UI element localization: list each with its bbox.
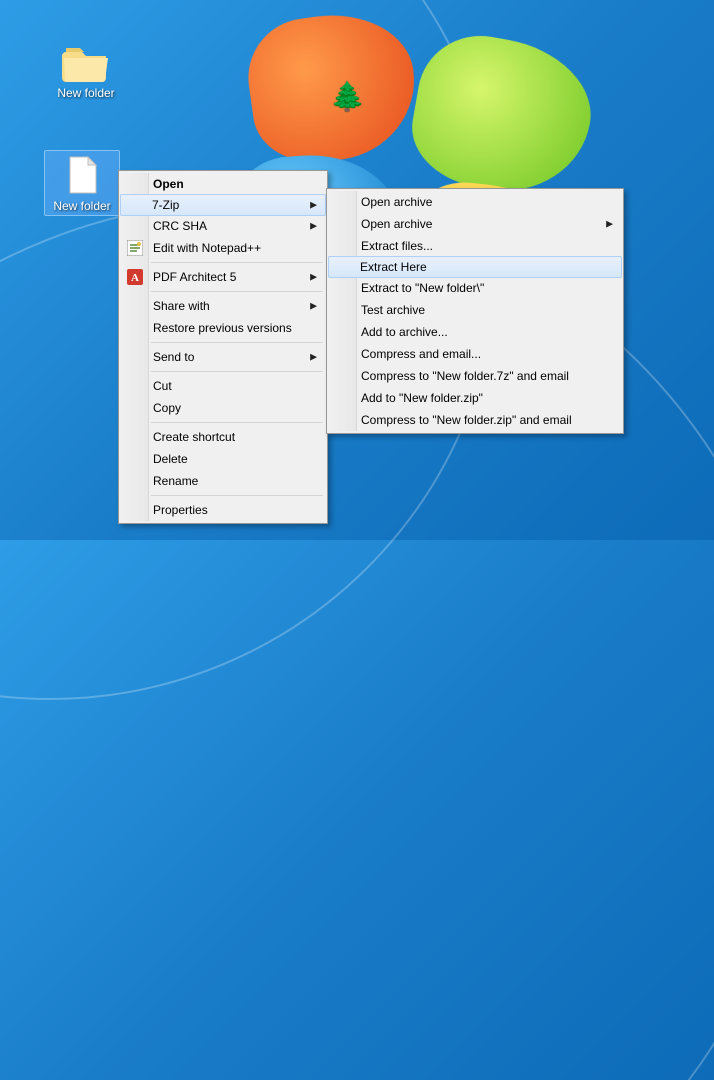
menu-item-compress-7z-email[interactable]: Compress to "New folder.7z" and email	[329, 365, 621, 387]
menu-item-extract-files[interactable]: Extract files...	[329, 235, 621, 257]
menu-item-create-shortcut[interactable]: Create shortcut	[121, 426, 325, 448]
notepadpp-icon	[127, 240, 143, 256]
svg-text:A: A	[131, 272, 139, 284]
menu-item-label: Add to "New folder.zip"	[361, 391, 483, 405]
menu-item-properties[interactable]: Properties	[121, 499, 325, 521]
menu-item-label: Copy	[153, 401, 181, 415]
menu-item-pdf-architect[interactable]: A PDF Architect 5 ▶	[121, 266, 325, 288]
chevron-right-icon: ▶	[310, 221, 317, 232]
menu-item-compress-zip-email[interactable]: Compress to "New folder.zip" and email	[329, 409, 621, 431]
desktop-icon-label: New folder	[48, 86, 124, 100]
menu-item-label: Extract to "New folder\"	[361, 281, 484, 295]
menu-item-label: Delete	[153, 452, 188, 466]
menu-item-delete[interactable]: Delete	[121, 448, 325, 470]
chevron-right-icon: ▶	[310, 200, 317, 211]
menu-item-add-to-archive[interactable]: Add to archive...	[329, 321, 621, 343]
menu-item-add-to-zip[interactable]: Add to "New folder.zip"	[329, 387, 621, 409]
menu-item-label: Compress to "New folder.zip" and email	[361, 413, 572, 427]
menu-item-label: Cut	[153, 379, 172, 393]
chevron-right-icon: ▶	[310, 301, 317, 312]
chevron-right-icon: ▶	[310, 352, 317, 363]
menu-item-label: CRC SHA	[153, 219, 207, 233]
menu-item-compress-email[interactable]: Compress and email...	[329, 343, 621, 365]
menu-separator	[151, 262, 323, 263]
menu-item-label: Create shortcut	[153, 430, 235, 444]
menu-item-label: Test archive	[361, 303, 425, 317]
menu-item-share-with[interactable]: Share with ▶	[121, 295, 325, 317]
menu-item-label: Open archive	[361, 195, 432, 209]
menu-item-extract-to[interactable]: Extract to "New folder\"	[329, 277, 621, 299]
chevron-right-icon: ▶	[310, 272, 317, 283]
desktop-icon-file[interactable]: New folder	[44, 150, 120, 216]
menu-item-label: Extract Here	[360, 260, 427, 274]
menu-item-label: Send to	[153, 350, 194, 364]
menu-item-edit-notepadpp[interactable]: Edit with Notepad++	[121, 237, 325, 259]
menu-item-label: Properties	[153, 503, 208, 517]
menu-item-label: Add to archive...	[361, 325, 448, 339]
menu-item-extract-here[interactable]: Extract Here	[328, 256, 622, 278]
menu-item-copy[interactable]: Copy	[121, 397, 325, 419]
menu-item-label: Open archive	[361, 217, 432, 231]
menu-item-open[interactable]: Open	[121, 173, 325, 195]
menu-item-open-archive-sub[interactable]: Open archive ▶	[329, 213, 621, 235]
menu-item-7zip[interactable]: 7-Zip ▶	[120, 194, 326, 216]
menu-separator	[151, 342, 323, 343]
menu-item-label: Share with	[153, 299, 210, 313]
menu-item-rename[interactable]: Rename	[121, 470, 325, 492]
context-menu: Open 7-Zip ▶ CRC SHA ▶ Edit with Notepad…	[118, 170, 328, 524]
file-icon	[47, 153, 117, 197]
menu-item-label: Edit with Notepad++	[153, 241, 261, 255]
folder-icon	[48, 40, 124, 84]
desktop-icon-label: New folder	[47, 199, 117, 213]
chevron-right-icon: ▶	[606, 219, 613, 230]
desktop-icon-folder[interactable]: New folder	[48, 40, 124, 100]
menu-item-cut[interactable]: Cut	[121, 375, 325, 397]
menu-item-restore-versions[interactable]: Restore previous versions	[121, 317, 325, 339]
menu-separator	[151, 291, 323, 292]
menu-item-send-to[interactable]: Send to ▶	[121, 346, 325, 368]
menu-item-label: Rename	[153, 474, 198, 488]
menu-separator	[151, 422, 323, 423]
menu-item-label: Compress and email...	[361, 347, 481, 361]
menu-item-label: Compress to "New folder.7z" and email	[361, 369, 569, 383]
menu-item-label: PDF Architect 5	[153, 270, 236, 284]
menu-item-label: Extract files...	[361, 239, 433, 253]
menu-item-crc-sha[interactable]: CRC SHA ▶	[121, 215, 325, 237]
menu-item-label: Restore previous versions	[153, 321, 292, 335]
menu-separator	[151, 371, 323, 372]
menu-item-test-archive[interactable]: Test archive	[329, 299, 621, 321]
pdfarchitect-icon: A	[127, 269, 143, 285]
submenu-7zip: Open archive Open archive ▶ Extract file…	[326, 188, 624, 434]
menu-separator	[151, 495, 323, 496]
tree-icon: 🌲	[330, 80, 365, 113]
menu-item-label: 7-Zip	[152, 198, 179, 212]
menu-item-label: Open	[153, 177, 184, 191]
menu-item-open-archive[interactable]: Open archive	[329, 191, 621, 213]
